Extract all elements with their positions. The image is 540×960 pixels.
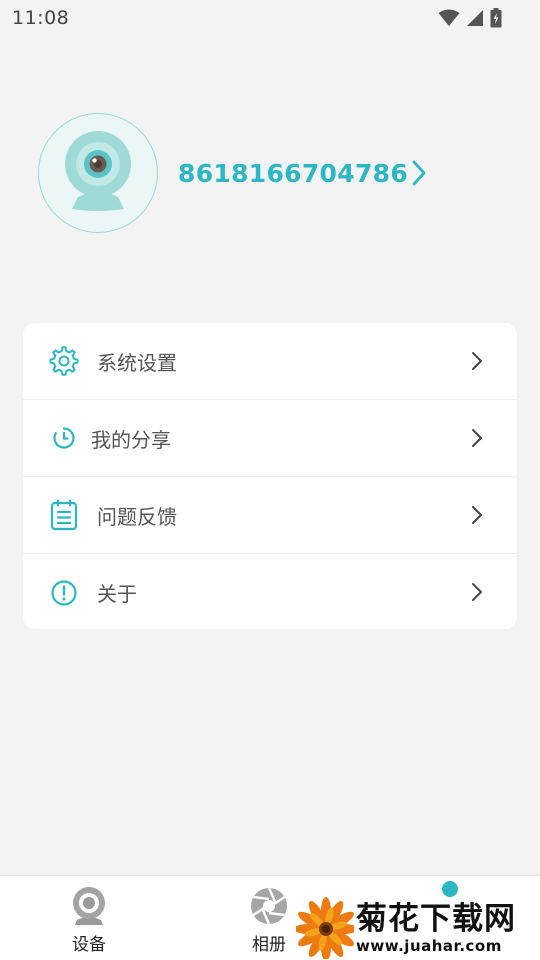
chevron-right-icon[interactable] <box>404 157 434 189</box>
signal-icon <box>467 10 483 26</box>
status-time: 11:08 <box>12 7 70 29</box>
profile-header[interactable]: 8618166704786 <box>38 113 458 233</box>
webcam-avatar-icon <box>65 131 131 211</box>
share-refresh-icon <box>49 423 79 453</box>
nav-tab-label: 相册 <box>252 935 286 955</box>
chevron-right-icon <box>469 503 485 527</box>
nav-tab-label: 设备 <box>72 935 106 955</box>
gear-icon <box>49 346 79 376</box>
camera-device-icon <box>73 887 105 925</box>
chevron-right-icon <box>469 349 485 373</box>
menu-item-my-shares[interactable]: 我的分享 <box>23 400 517 477</box>
battery-icon <box>490 8 502 28</box>
watermark-text: 菊花下载网 www.juahar.com <box>356 901 516 955</box>
status-bar: 11:08 <box>0 0 540 36</box>
chevron-right-icon <box>469 426 485 450</box>
menu-item-label: 关于 <box>97 582 137 606</box>
account-id: 8618166704786 <box>178 158 409 188</box>
chevron-right-icon <box>469 580 485 604</box>
nav-tab-devices[interactable]: 设备 <box>49 886 129 956</box>
menu-item-feedback[interactable]: 问题反馈 <box>23 477 517 554</box>
menu-item-system-settings[interactable]: 系统设置 <box>23 323 517 400</box>
watermark-title: 菊花下载网 <box>356 900 516 937</box>
menu-item-label: 我的分享 <box>91 427 171 452</box>
flower-logo-icon <box>296 896 354 959</box>
info-alert-icon <box>49 578 79 608</box>
aperture-icon <box>251 887 287 925</box>
avatar[interactable] <box>38 113 158 233</box>
menu-item-label: 问题反馈 <box>97 504 177 529</box>
menu-item-label: 系统设置 <box>97 350 177 375</box>
menu-item-about[interactable]: 关于 <box>23 554 517 629</box>
clipboard-icon <box>49 499 79 531</box>
watermark: 菊花下载网 www.juahar.com <box>296 895 540 960</box>
status-icons <box>438 8 502 28</box>
settings-menu-card: 系统设置 我的分享 问题反馈 关于 <box>23 323 517 629</box>
wifi-icon <box>438 9 460 26</box>
watermark-url: www.juahar.com <box>356 936 502 955</box>
